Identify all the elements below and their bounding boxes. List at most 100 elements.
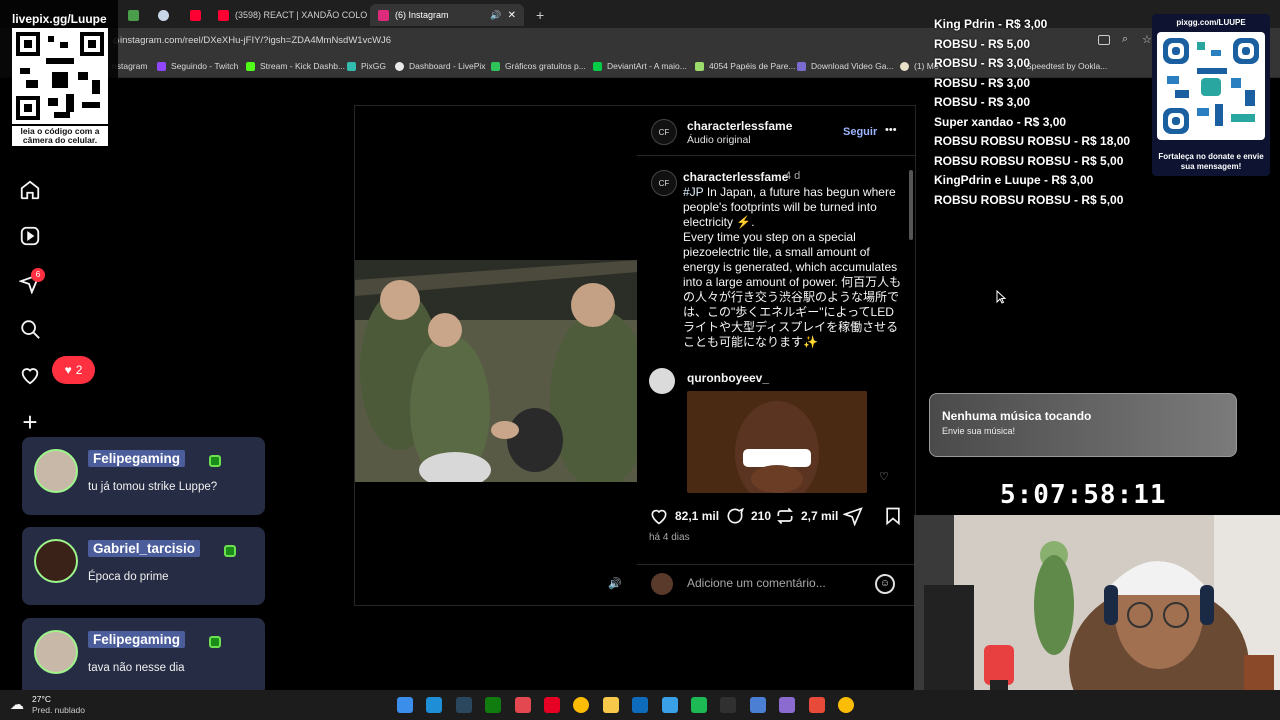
- kick-icon: [246, 61, 255, 71]
- windows-start-icon[interactable]: [397, 697, 413, 713]
- donation-item: ROBSU - R$ 3,00: [934, 95, 1031, 109]
- photos-icon[interactable]: [808, 697, 825, 713]
- bookmark-item[interactable]: DeviantArt - A maio...: [593, 61, 687, 71]
- tab-4[interactable]: [182, 4, 212, 26]
- chat-message: Gabriel_tarcisio Época do prime: [22, 527, 265, 605]
- search-icon[interactable]: [19, 318, 41, 340]
- obs-icon[interactable]: [720, 697, 737, 713]
- home-icon[interactable]: [19, 179, 41, 201]
- qr-left-title: livepix.gg/Luupe: [12, 12, 107, 26]
- author-avatar[interactable]: CF: [651, 119, 677, 145]
- donation-item: ROBSU - R$ 3,00: [934, 75, 1031, 90]
- comment-button[interactable]: 210: [725, 506, 771, 526]
- bookmark-item[interactable]: (1) Me: [900, 61, 939, 71]
- chat-status-icon: [209, 636, 221, 648]
- qr-pattern: [1163, 38, 1259, 134]
- app-icon[interactable]: [749, 697, 766, 713]
- music-title: Nenhuma música tocando: [942, 409, 1092, 423]
- youtube-icon: [218, 9, 229, 21]
- bookmark-item[interactable]: PixGG: [347, 61, 386, 71]
- tab-2[interactable]: [120, 4, 150, 26]
- folder-icon[interactable]: [602, 697, 619, 713]
- chat-username: Gabriel_tarcisio: [88, 540, 201, 557]
- create-plus-icon[interactable]: +: [19, 409, 41, 435]
- azure-icon[interactable]: [632, 697, 649, 713]
- qr-code-left: [12, 28, 108, 124]
- qr-overlay-right: pixgg.com/LUUPE Fortaleça no donate e en…: [1152, 14, 1270, 176]
- emoji-icon[interactable]: ☺: [875, 574, 895, 594]
- speaker-icon[interactable]: 🔊: [490, 10, 501, 21]
- chat-username: Felipegaming: [88, 450, 186, 467]
- tab-youtube-react[interactable]: (3598) REACT | XANDÃO COLO ✕: [210, 4, 370, 26]
- volume-icon[interactable]: 🔊: [608, 577, 622, 590]
- likes-count: 2: [75, 363, 83, 377]
- twitch-icon: [157, 61, 166, 71]
- edge-icon[interactable]: [426, 697, 443, 713]
- bookmark-label: Stream - Kick Dashb...: [260, 61, 346, 71]
- hashtag-link[interactable]: #JP: [683, 185, 703, 199]
- divider: [637, 155, 915, 156]
- weather-desc[interactable]: Pred. nublado: [32, 705, 85, 715]
- pinterest-icon[interactable]: [544, 697, 560, 713]
- comment-gif: [687, 391, 867, 493]
- likes-notification-pill[interactable]: ♥ 2: [52, 356, 95, 384]
- bookmark-star-icon[interactable]: ☆: [1142, 33, 1152, 46]
- scrollbar-thumb[interactable]: [909, 170, 913, 240]
- tab-instagram[interactable]: (6) Instagram 🔊 ✕: [370, 4, 524, 26]
- youtube-icon: [190, 9, 201, 21]
- url-input[interactable]: instagram.com/reel/DXeXHu-jFIY/?igsh=ZDA…: [120, 35, 391, 46]
- notification-badge: 6: [31, 268, 45, 282]
- save-button[interactable]: [883, 506, 903, 526]
- new-tab-button[interactable]: +: [528, 4, 548, 26]
- like-button[interactable]: 82,1 mil: [649, 506, 719, 526]
- comment-input[interactable]: Adicione um comentário...: [687, 576, 826, 590]
- wallpaper-icon: [695, 61, 704, 71]
- chat-text: tava não nesse dia: [88, 662, 185, 674]
- reel-video[interactable]: [355, 260, 637, 482]
- heart-icon[interactable]: [19, 364, 41, 386]
- tab-3[interactable]: [150, 4, 180, 26]
- user-avatar: [651, 573, 673, 595]
- adobe-icon[interactable]: [514, 697, 531, 713]
- bookmark-item[interactable]: Dashboard - LivePix: [395, 61, 486, 71]
- repost-button[interactable]: 2,7 mil: [775, 506, 838, 526]
- comment-icon: [727, 507, 744, 524]
- taskbar: ☁ 27°C Pred. nublado: [0, 690, 1280, 720]
- weather-icon[interactable]: ☁: [10, 696, 24, 713]
- commenter-avatar[interactable]: [649, 368, 675, 394]
- close-icon[interactable]: ✕: [508, 10, 516, 21]
- app-icon-2[interactable]: [779, 697, 796, 713]
- audio-label[interactable]: Áudio original: [687, 134, 751, 146]
- qr-right-caption: Fortaleça no donate e envie sua mensagem…: [1158, 152, 1264, 171]
- commenter-username[interactable]: quronboyeev_: [687, 371, 769, 385]
- comment-like-icon[interactable]: ♡: [879, 470, 889, 483]
- more-options-icon[interactable]: •••: [885, 124, 897, 136]
- video-pane[interactable]: 🔊: [355, 106, 637, 605]
- author-username[interactable]: characterlessfame: [687, 119, 792, 133]
- qr-left-caption: leia o código com a câmera do celular.: [12, 126, 108, 146]
- steam-icon[interactable]: [455, 697, 472, 713]
- follow-button[interactable]: Seguir: [843, 126, 877, 138]
- bookmark-item[interactable]: Download Video Ga...: [797, 61, 894, 71]
- caption-author[interactable]: characterlessfame: [683, 170, 788, 184]
- notepad-icon[interactable]: [661, 697, 678, 713]
- xbox-icon[interactable]: [485, 697, 502, 713]
- chrome-icon[interactable]: [573, 697, 590, 713]
- caption-age: 4 d: [785, 170, 801, 182]
- bookmark-item[interactable]: Gráficos gratuitos p...: [491, 61, 586, 71]
- bookmark-item[interactable]: Stream - Kick Dashb...: [246, 61, 345, 71]
- chrome-active-icon[interactable]: [838, 697, 854, 713]
- post-time: há 4 dias: [649, 532, 690, 543]
- livepix-icon: [395, 61, 404, 71]
- chat-message: Felipegaming tava não nesse dia: [22, 618, 265, 696]
- caption-avatar[interactable]: CF: [651, 170, 677, 196]
- spotify-icon[interactable]: [691, 697, 707, 713]
- reels-icon[interactable]: [19, 225, 41, 247]
- share-button[interactable]: [843, 506, 863, 526]
- donation-item: ROBSU - R$ 3,00: [934, 56, 1031, 70]
- bookmark-icon: [886, 507, 900, 526]
- comments-count: 210: [751, 509, 772, 523]
- bookmark-item[interactable]: Seguindo - Twitch: [157, 61, 238, 71]
- weather-temp[interactable]: 27°C: [32, 694, 51, 704]
- bookmark-item[interactable]: 4054 Papéis de Pare...: [695, 61, 795, 71]
